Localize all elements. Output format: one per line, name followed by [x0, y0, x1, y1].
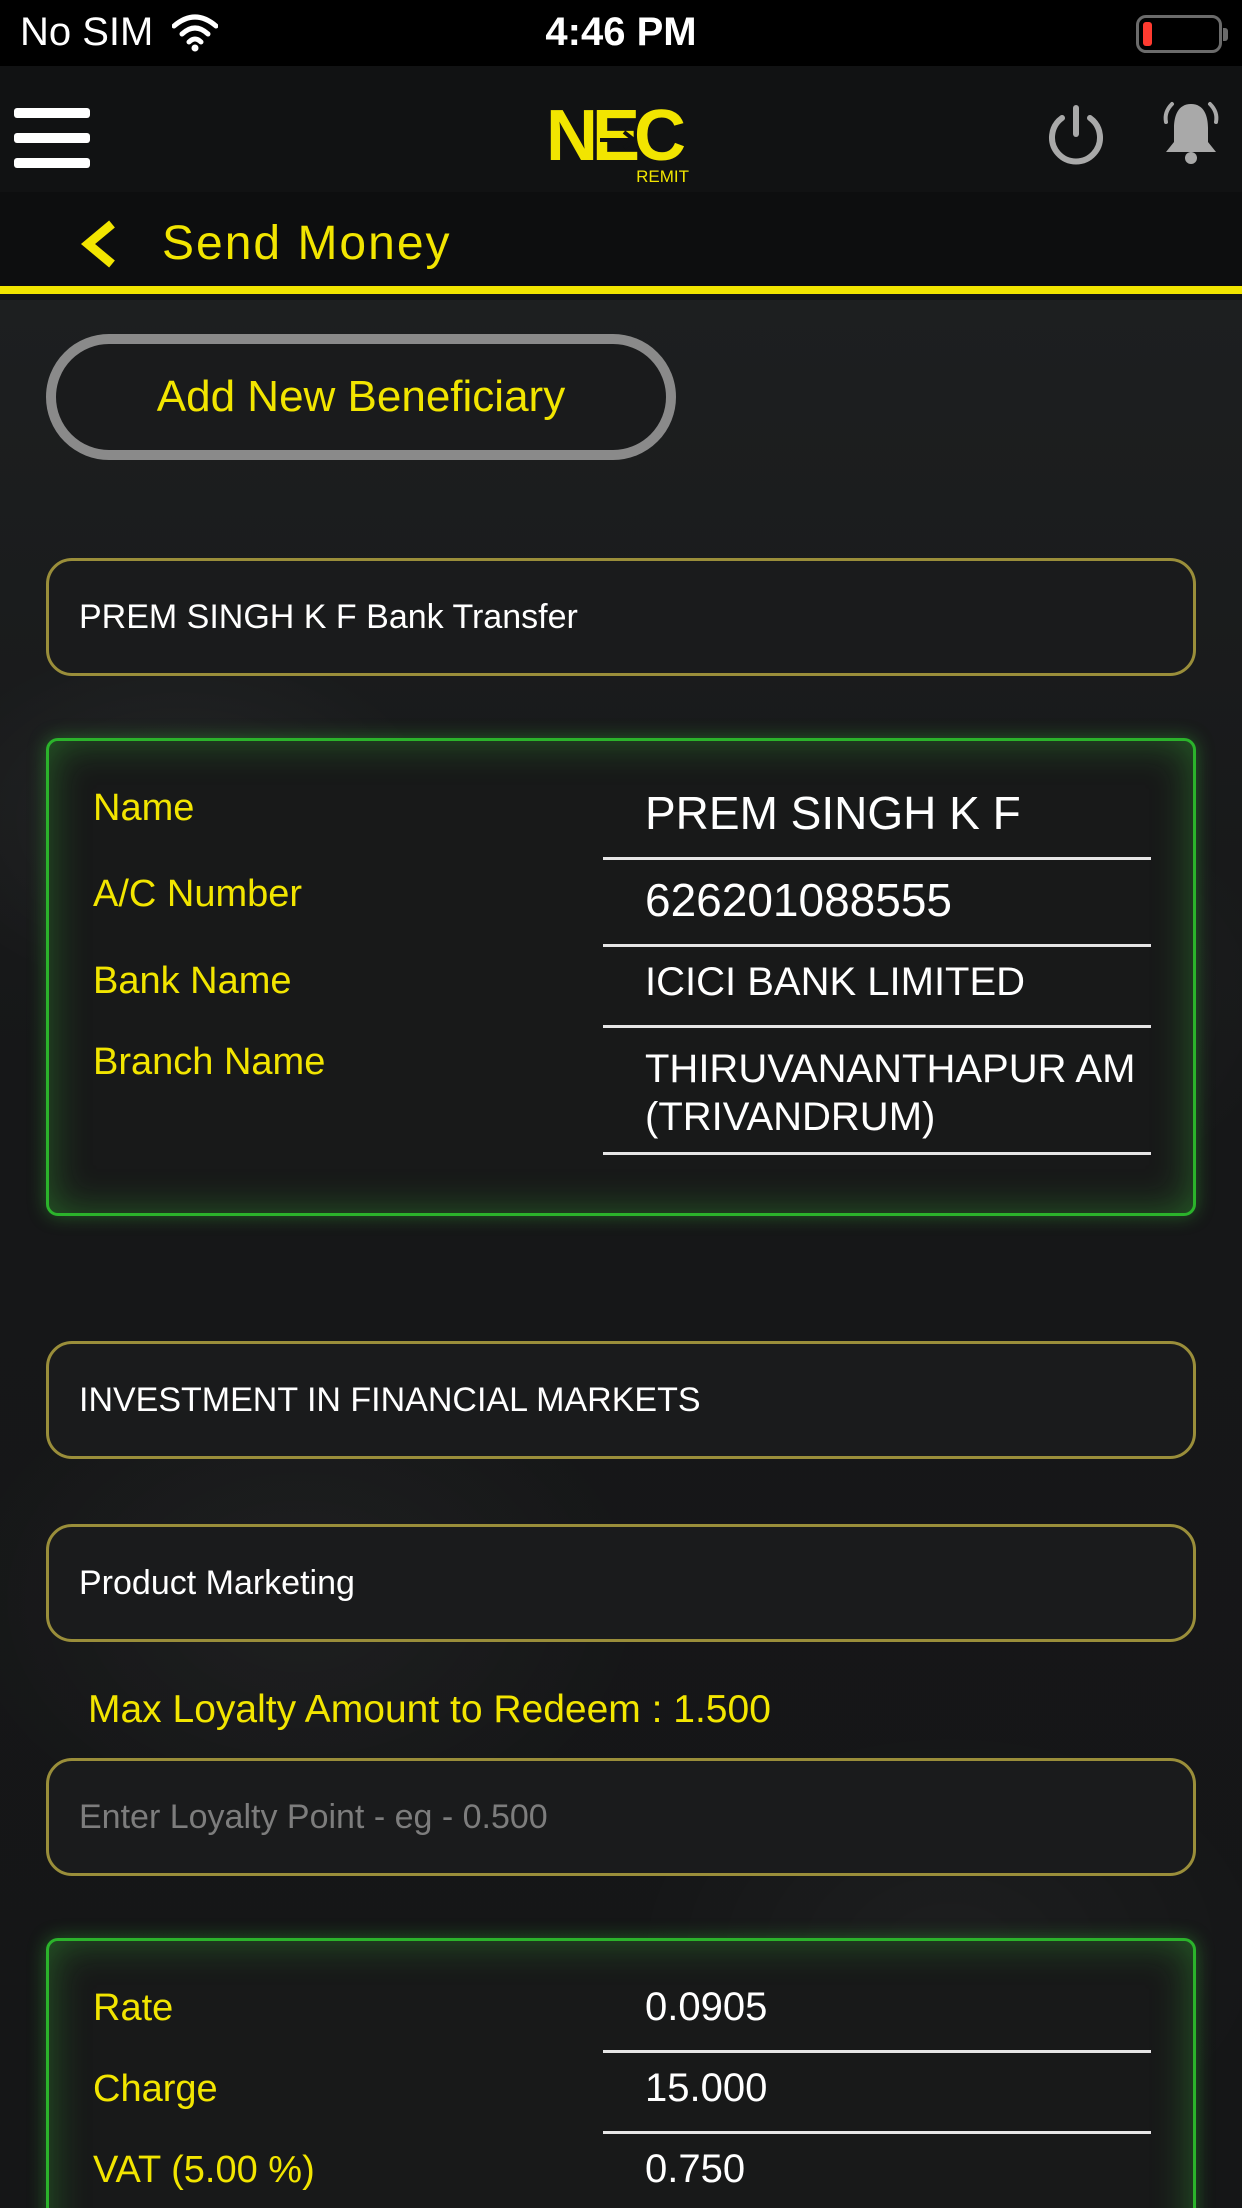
transfer-summary-card: Rate 0.0905 Charge 15.000 VAT (5.00 %) 0…	[46, 1938, 1196, 2208]
bank-name-label: Bank Name	[93, 960, 292, 1002]
beneficiary-details-card: Name PREM SINGH K F A/C Number 626201088…	[46, 738, 1196, 1216]
page-title: Send Money	[162, 217, 452, 270]
clock: 4:46 PM	[545, 10, 697, 54]
vat-label: VAT (5.00 %)	[93, 2149, 315, 2191]
power-icon[interactable]	[1046, 102, 1106, 168]
max-loyalty-label: Max Loyalty Amount to Redeem : 1.500	[88, 1688, 771, 1731]
bank-name-value: ICICI BANK LIMITED	[603, 960, 1151, 1028]
account-number-label: A/C Number	[93, 873, 303, 915]
branch-name-label: Branch Name	[93, 1041, 326, 1083]
notification-bell-icon[interactable]	[1160, 100, 1222, 166]
branch-name-value: THIRUVANANTHAPUR AM (TRIVANDRUM)	[603, 1041, 1151, 1155]
svg-text:REMIT: REMIT	[636, 167, 689, 184]
title-bar: Send Money	[0, 192, 1242, 294]
svg-text:NEC: NEC	[546, 98, 685, 176]
hamburger-menu-icon[interactable]	[14, 108, 90, 168]
beneficiary-select[interactable]: PREM SINGH K F Bank Transfer	[46, 558, 1196, 676]
back-chevron-icon[interactable]	[78, 220, 122, 268]
rate-value: 0.0905	[603, 1985, 1151, 2053]
rate-label: Rate	[93, 1987, 174, 2029]
loyalty-point-input[interactable]: Enter Loyalty Point - eg - 0.500	[46, 1758, 1196, 1876]
battery-level	[1143, 22, 1152, 46]
charge-value: 15.000	[603, 2066, 1151, 2134]
charge-label: Charge	[93, 2068, 218, 2110]
nec-remit-logo: NEC REMIT	[546, 98, 691, 184]
app-header: NEC REMIT	[0, 66, 1242, 192]
purpose-select[interactable]: INVESTMENT IN FINANCIAL MARKETS	[46, 1341, 1196, 1459]
status-bar: No SIM 4:46 PM	[0, 0, 1242, 66]
name-label: Name	[93, 787, 195, 829]
add-new-beneficiary-button[interactable]: Add New Beneficiary	[46, 334, 676, 460]
vat-value: 0.750	[603, 2147, 1151, 2208]
battery-icon	[1136, 15, 1228, 53]
name-value: PREM SINGH K F	[603, 786, 1151, 860]
source-of-funds-select[interactable]: Product Marketing	[46, 1524, 1196, 1642]
account-number-value: 626201088555	[603, 873, 1151, 947]
